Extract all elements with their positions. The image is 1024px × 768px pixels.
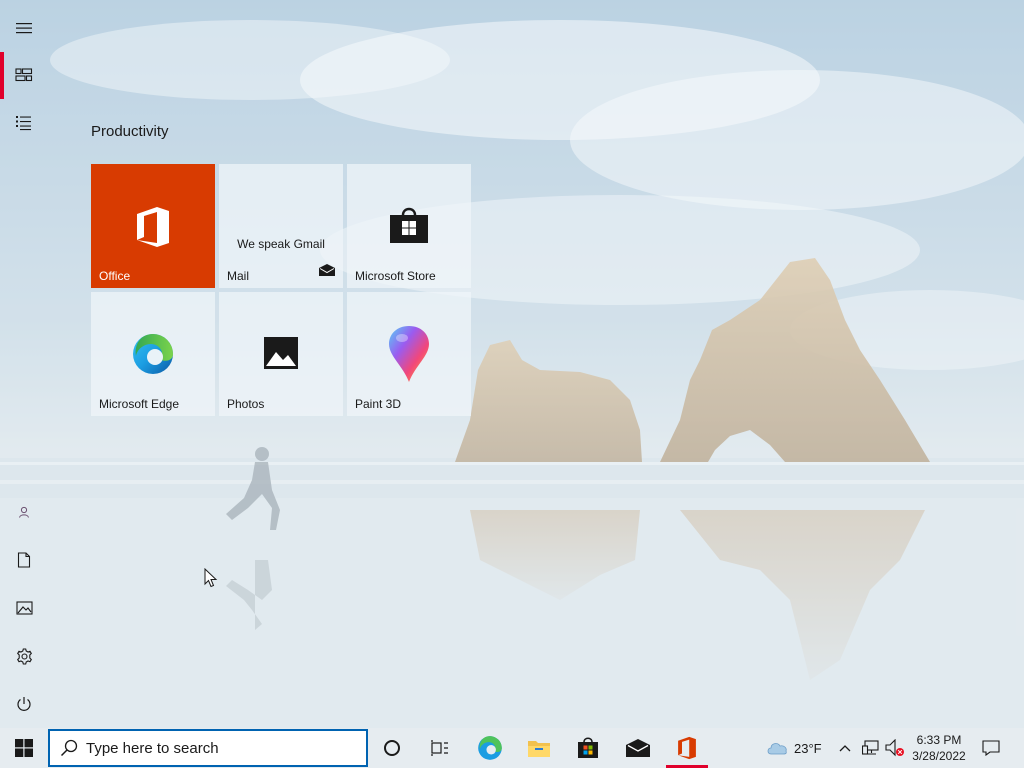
file-explorer-icon	[528, 741, 550, 757]
show-hidden-icons-button[interactable]	[838, 728, 852, 768]
tile-group-title[interactable]: Productivity	[91, 123, 169, 140]
edge-icon	[478, 736, 502, 760]
volume-button[interactable]	[885, 728, 905, 768]
clock-time: 6:33 PM	[916, 733, 962, 747]
cortana-button[interactable]	[368, 728, 416, 768]
office-icon	[137, 207, 169, 247]
all-tiles-icon	[15, 68, 33, 82]
chevron-up-icon	[839, 745, 851, 752]
network-button[interactable]	[862, 728, 880, 768]
store-bag-icon	[390, 207, 428, 243]
start-menu-rail	[0, 0, 48, 728]
documents-button[interactable]	[0, 536, 48, 584]
pictures-button[interactable]	[0, 584, 48, 632]
taskbar-search-box[interactable]	[48, 729, 368, 767]
weather-temperature: 23°F	[794, 740, 822, 756]
task-view-button[interactable]	[416, 728, 464, 768]
microsoft-store-tile[interactable]: Microsoft Store	[347, 164, 471, 288]
settings-button[interactable]	[0, 632, 48, 680]
paint-3d-icon	[389, 326, 429, 382]
office-icon	[678, 736, 696, 760]
office-tile-label: Office	[99, 269, 131, 283]
network-icon	[862, 740, 879, 755]
paint-3d-tile-label: Paint 3D	[355, 397, 402, 411]
store-tile-label: Microsoft Store	[355, 269, 436, 283]
taskbar-edge-button[interactable]	[466, 728, 514, 768]
mail-icon	[626, 739, 650, 757]
photos-tile[interactable]: Photos	[219, 292, 343, 416]
taskbar: 23°F 6:33 PM 3/28/2022	[0, 728, 1024, 768]
app-list-icon	[16, 116, 31, 131]
settings-icon	[16, 647, 32, 665]
file-explorer-button[interactable]	[515, 728, 563, 768]
user-icon	[19, 506, 29, 518]
hamburger-menu-icon	[16, 23, 32, 34]
taskbar-clock[interactable]: 6:33 PM 3/28/2022	[906, 732, 972, 764]
cortana-icon	[384, 740, 400, 756]
search-icon	[60, 739, 78, 757]
weather-widget[interactable]: 23°F	[766, 728, 822, 768]
hamburger-menu-button[interactable]	[0, 4, 48, 52]
pictures-icon	[15, 601, 33, 615]
mail-envelope-icon	[319, 263, 335, 281]
edge-icon	[133, 334, 173, 374]
mail-tile[interactable]: We speak Gmail Mail	[219, 164, 343, 288]
pinned-tiles-button[interactable]	[0, 51, 48, 99]
user-account-button[interactable]	[0, 488, 48, 536]
store-icon	[578, 737, 598, 758]
office-tile[interactable]: Office	[91, 164, 215, 288]
volume-muted-icon	[885, 739, 904, 757]
action-center-button[interactable]	[968, 728, 1014, 768]
clock-date: 3/28/2022	[912, 749, 966, 763]
all-apps-button[interactable]	[0, 99, 48, 147]
power-button[interactable]	[0, 680, 48, 728]
document-icon	[17, 552, 31, 568]
paint-3d-tile[interactable]: Paint 3D	[347, 292, 471, 416]
mail-tile-label: Mail	[227, 269, 250, 283]
start-button[interactable]	[0, 728, 48, 768]
cloud-icon	[767, 743, 787, 755]
photos-tile-label: Photos	[227, 397, 265, 411]
action-center-icon	[982, 740, 1000, 756]
taskbar-store-button[interactable]	[564, 728, 612, 768]
microsoft-edge-tile[interactable]: Microsoft Edge	[91, 292, 215, 416]
mouse-cursor-icon	[204, 568, 218, 588]
search-input[interactable]	[86, 739, 346, 757]
taskbar-mail-button[interactable]	[614, 728, 662, 768]
edge-tile-label: Microsoft Edge	[99, 397, 180, 411]
photos-icon	[264, 337, 298, 369]
mail-live-text: We speak Gmail	[237, 237, 325, 251]
start-icon	[15, 739, 33, 757]
power-icon	[17, 697, 31, 711]
task-view-icon	[431, 740, 448, 756]
taskbar-office-button[interactable]	[663, 728, 711, 768]
